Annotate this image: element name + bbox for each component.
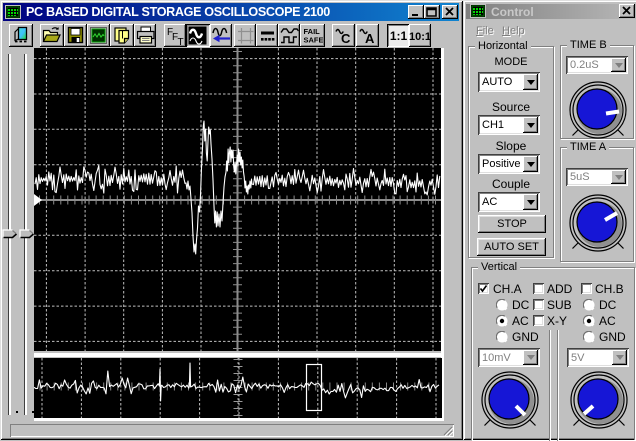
svg-text:1:1: 1:1	[390, 29, 408, 43]
svg-text:10:1: 10:1	[409, 31, 431, 43]
svg-text:A: A	[365, 31, 375, 46]
svg-text:SAFE: SAFE	[304, 36, 324, 45]
svg-text:T: T	[178, 37, 184, 47]
svg-text:C: C	[341, 31, 351, 46]
